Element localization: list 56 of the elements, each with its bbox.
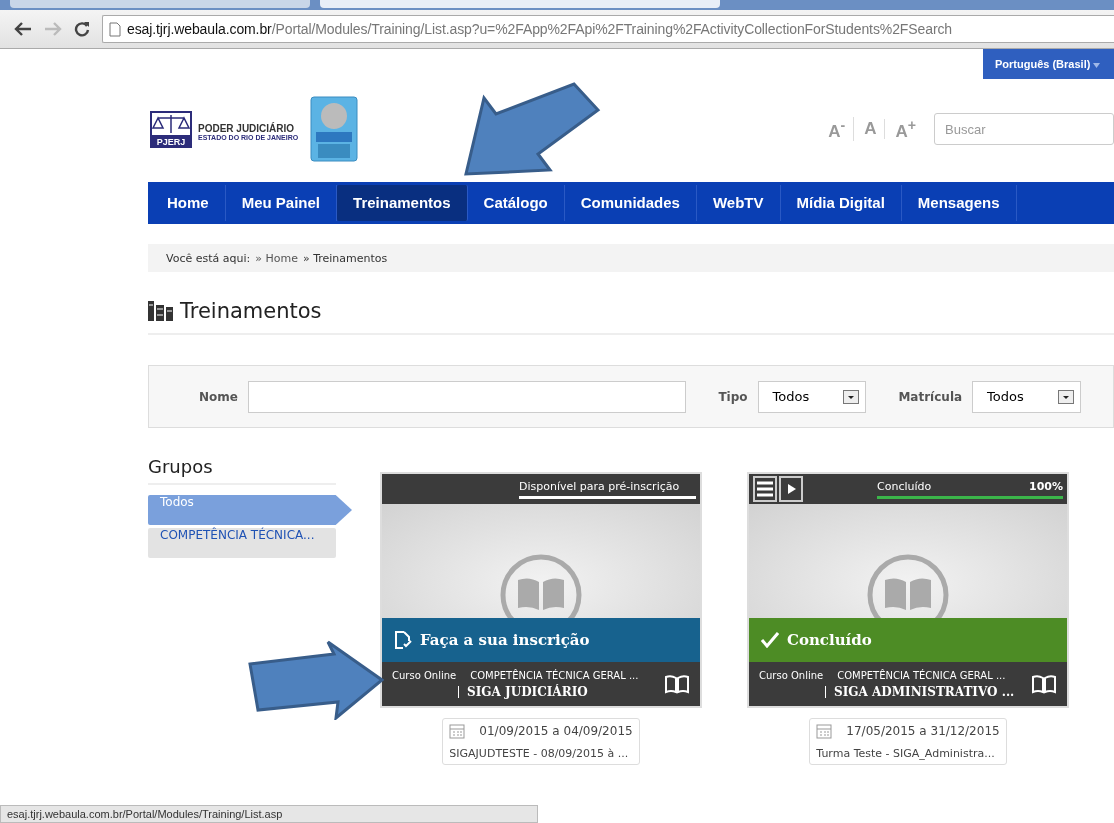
logo-text: PJERJ: [150, 136, 192, 148]
course-card[interactable]: Concluído 100% Concluído Curso Online COMPETÊNCIA TÉCNICA GERAL ... SIGA ADMINISTRATIVO ...: [747, 472, 1069, 708]
progress-status: Concluído: [877, 479, 932, 493]
filter-label: Matrícula: [898, 389, 963, 404]
reload-icon[interactable]: [74, 21, 90, 37]
availability-status: Disponível para pré-inscrição: [519, 479, 680, 493]
caret-icon: [1093, 63, 1101, 68]
course-category: COMPETÊNCIA TÉCNICA GERAL ...: [470, 669, 639, 681]
enroll-icon: [394, 631, 412, 649]
play-icon[interactable]: [779, 476, 803, 502]
nav-tab[interactable]: Mensagens: [901, 185, 1017, 221]
school-badge-icon: [310, 96, 359, 162]
book-icon: [1031, 674, 1057, 694]
nav-tab[interactable]: Home: [151, 185, 226, 221]
nav-tab[interactable]: WebTV: [696, 185, 781, 221]
name-field[interactable]: [247, 380, 687, 413]
check-icon: [761, 632, 779, 648]
language-button[interactable]: Português (Brasil): [983, 49, 1114, 79]
status-banner[interactable]: Faça a sua inscrição: [382, 618, 700, 662]
menu-icon[interactable]: [753, 476, 777, 502]
course-type: Curso Online: [392, 669, 457, 681]
breadcrumb-link[interactable]: » Treinamentos: [302, 251, 388, 265]
filter-label: Nome: [199, 389, 238, 404]
search-field[interactable]: Buscar: [934, 113, 1114, 145]
status-banner[interactable]: Concluído: [749, 618, 1067, 662]
address-bar[interactable]: esaj.tjrj.webaula.com.br/Portal/Modules/Training/List.asp?u=%2FApp%2FApi%2FTraining%2FActivityCollectionForStudents%2FSearch: [102, 15, 1114, 43]
nav-tab[interactable]: Treinamentos: [337, 185, 468, 221]
nav-tab[interactable]: Mídia Digital: [780, 185, 902, 221]
course-title: SIGA JUDICIÁRIO: [467, 684, 588, 699]
breadcrumb-link[interactable]: » Home: [255, 251, 298, 265]
enrollment-dropdown[interactable]: Todos: [972, 380, 1081, 413]
course-card[interactable]: Disponível para pré-inscrição Faça a sua inscrição Curso Online COMPETÊNCIA TÉCNICA GERAL ... SIGA JUDICIÁRIO: [380, 472, 702, 708]
class-name: Turma Teste - SIGA_Administra...: [816, 747, 996, 760]
filter-label: Tipo: [718, 389, 748, 404]
class-name: SIGAJUDTESTE - 08/09/2015 à ...: [449, 747, 630, 760]
page-title: Treinamentos: [180, 299, 322, 323]
nav-tab[interactable]: Comunidades: [564, 185, 697, 221]
course-category: COMPETÊNCIA TÉCNICA GERAL ...: [837, 669, 1006, 681]
breadcrumb-label: Você está aqui:: [166, 251, 251, 265]
status-bar: esaj.tjrj.webaula.com.br/Portal/Modules/Training/List.asp: [0, 805, 538, 823]
book-icon: [664, 674, 690, 694]
calendar-icon: [816, 723, 833, 739]
group-item[interactable]: COMPETÊNCIA TÉCNICA...: [148, 528, 336, 558]
nav-tab[interactable]: Catálogo: [467, 185, 565, 221]
logo-title: PODER JUDICIÁRIO: [198, 123, 296, 134]
scales-logo-icon: [150, 110, 192, 137]
groups-heading: Grupos: [148, 456, 336, 485]
course-title: SIGA ADMINISTRATIVO ...: [834, 684, 1015, 699]
books-icon: [148, 301, 174, 321]
course-type: Curso Online: [759, 669, 824, 681]
date-range: 01/09/2015 a 04/09/2015: [479, 724, 633, 738]
type-dropdown[interactable]: Todos: [757, 380, 867, 413]
back-icon[interactable]: [14, 22, 32, 36]
progress-percent: 100%: [1029, 479, 1063, 493]
date-range: 17/05/2015 a 31/12/2015: [846, 724, 1000, 738]
calendar-icon: [449, 723, 466, 739]
